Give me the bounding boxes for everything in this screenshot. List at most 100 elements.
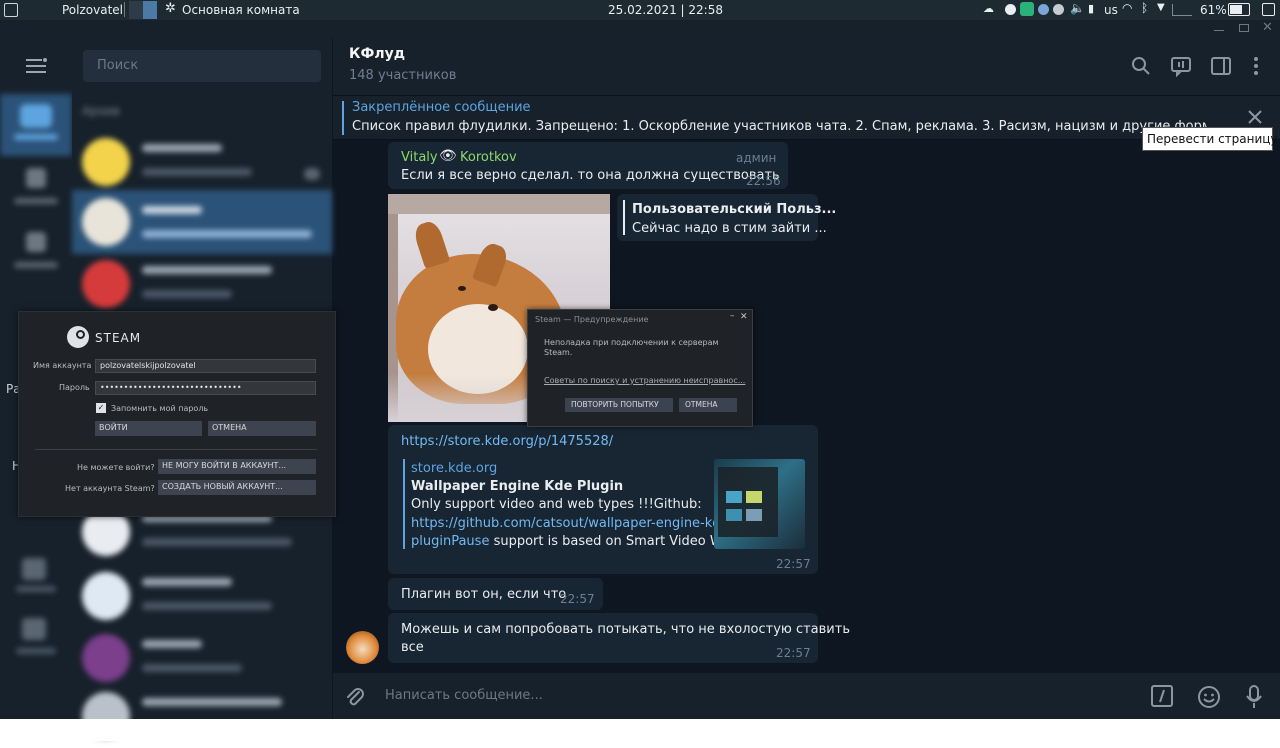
bottom-strip — [0, 719, 1280, 741]
app-menu-icon[interactable] — [4, 3, 18, 17]
tray-misc-icon[interactable] — [1053, 4, 1064, 15]
account-label: Имя аккаунта — [33, 361, 92, 370]
chat-row[interactable] — [72, 564, 332, 628]
tray-expand-icon[interactable]: ▼ — [1157, 2, 1165, 13]
message-time: 22:56 — [746, 174, 781, 188]
message-text-line2: все — [401, 640, 424, 655]
warning-title: Steam — Предупреждение — [535, 315, 649, 324]
pinned-text: Список правил флудилки. Запрещено: 1. Ос… — [352, 119, 1207, 134]
preview-github-link-tail[interactable]: pluginPause — [411, 534, 489, 549]
chat-row[interactable] — [72, 130, 332, 194]
no-account-label: Нет аккаунта Steam? — [65, 484, 155, 493]
dog-ear — [411, 219, 451, 269]
volume-icon[interactable]: 🔈 — [1070, 1, 1085, 15]
voice-chat-icon[interactable] — [1170, 55, 1192, 77]
message-link[interactable]: https://store.kde.org/p/1475528/ — [401, 434, 613, 449]
warning-close-icon[interactable]: ✕ — [740, 312, 748, 322]
preview-site: store.kde.org — [411, 461, 498, 476]
more-menu-icon[interactable] — [1246, 55, 1268, 77]
tray-app-icon[interactable] — [1005, 4, 1016, 15]
chat-member-count: 148 участников — [349, 68, 457, 83]
author-last-name[interactable]: Korotkov — [460, 150, 517, 165]
cancel-button[interactable]: ОТМЕНА — [208, 421, 316, 436]
bot-commands-icon[interactable] — [1151, 685, 1173, 707]
kde-icon: ✲ — [165, 1, 176, 16]
microphone-icon[interactable] — [1244, 684, 1264, 710]
search-placeholder: Поиск — [97, 58, 139, 73]
maximize-icon[interactable] — [1239, 24, 1249, 32]
battery-icon[interactable] — [1228, 3, 1250, 16]
active-window-title: Основная комната — [182, 3, 300, 17]
close-icon[interactable] — [1246, 108, 1264, 126]
message-input[interactable]: Написать сообщение... — [385, 688, 543, 703]
warning-text-2: Steam. — [544, 348, 573, 357]
search-icon[interactable] — [1130, 55, 1152, 77]
preview-github-link[interactable]: https://github.com/catsout/wallpaper-eng… — [411, 516, 733, 531]
chat-title[interactable]: КФлуд — [349, 46, 405, 62]
reply-author[interactable]: Пользовательский Польз... — [632, 202, 836, 217]
preview-desc: Only support video and web types !!!Gith… — [411, 497, 702, 512]
admin-badge: админ — [736, 151, 777, 165]
warning-text: Неполадка при подключении к серверам — [544, 338, 719, 347]
tray-cloud-icon[interactable]: ☁ — [983, 2, 994, 15]
remember-checkbox[interactable]: ✓ — [96, 403, 106, 413]
desktop-pager[interactable] — [129, 1, 157, 19]
panel-divider — [124, 2, 125, 17]
retry-button[interactable]: ПОВТОРИТЬ ПОПЫТКУ — [565, 398, 673, 412]
attach-icon[interactable] — [344, 686, 366, 708]
warning-minimize-icon[interactable]: – — [730, 311, 735, 321]
account-input[interactable]: polzovatelskijpolzovatel — [95, 359, 316, 373]
chat-row-active[interactable] — [72, 190, 332, 254]
sidebar-toggle-icon[interactable] — [1210, 55, 1232, 77]
message-bubble[interactable] — [388, 613, 818, 663]
steam-warning-dialog: Steam — Предупреждение – ✕ Неполадка при… — [527, 309, 753, 427]
keyboard-layout[interactable]: us — [1104, 3, 1118, 17]
troubleshoot-link[interactable]: Советы по поиску и устранению неисправно… — [544, 376, 745, 385]
chat-row[interactable] — [72, 626, 332, 690]
window-titlebar: ✕ — [0, 20, 1280, 38]
bluetooth-icon[interactable]: ᛒ — [1141, 1, 1148, 15]
emoji-icon[interactable] — [1197, 685, 1221, 709]
password-input[interactable]: •••••••••••••••••••••••••••••• — [95, 381, 316, 395]
steam-logo-text: STEAM — [95, 331, 142, 345]
pinned-accent-line — [342, 101, 344, 135]
cpu-graph-icon — [1172, 4, 1192, 16]
steam-logo-icon — [67, 326, 89, 348]
archive-label: Архив — [82, 104, 120, 118]
create-account-button[interactable]: СОЗДАТЬ НОВЫЙ АККАУНТ... — [158, 480, 316, 495]
sender-avatar[interactable] — [346, 631, 379, 664]
divider — [35, 449, 317, 450]
system-panel: Polzovatel ✲ Основная комната 25.02.2021… — [0, 0, 1280, 20]
username: Polzovatel — [62, 3, 124, 17]
login-button[interactable]: ВОЙТИ — [95, 421, 202, 436]
search-input[interactable]: Поиск — [83, 50, 321, 82]
message-text: Если я все верно сделал. то она должна с… — [401, 168, 780, 183]
window-close-icon[interactable]: ✕ — [1262, 20, 1273, 35]
remember-label: Запомнить мой пароль — [111, 404, 209, 413]
preview-desc-tail: support is based on Smart Video W... — [489, 534, 734, 549]
tray-steam-icon[interactable] — [1038, 4, 1049, 15]
clipboard-icon[interactable]: ▮ — [1088, 2, 1094, 15]
pinned-title: Закреплённое сообщение — [352, 100, 531, 115]
battery-percent: 61% — [1200, 3, 1227, 17]
warning-cancel-button[interactable]: ОТМЕНА — [679, 398, 737, 412]
steam-login-dialog: STEAM Имя аккаунта polzovatelskijpolzova… — [18, 311, 336, 517]
reply-text: Сейчас надо в стим зайти ... — [632, 221, 827, 236]
chat-row[interactable] — [72, 252, 332, 316]
message-time: 22:57 — [776, 646, 811, 660]
author-eye-emoji: 👁 — [439, 148, 457, 164]
cant-login-button[interactable]: НЕ МОГУ ВОЙТИ В АККАУНТ... — [158, 459, 316, 474]
tray-sync-icon[interactable] — [1020, 2, 1034, 16]
message-text: Можешь и сам попробовать потыкать, что н… — [401, 622, 850, 637]
main-menu-icon[interactable] — [26, 58, 48, 74]
translate-tooltip: Перевести страницу — [1142, 127, 1278, 151]
clock[interactable]: 25.02.2021 | 22:58 — [608, 3, 723, 17]
preview-thumbnail[interactable] — [714, 459, 805, 549]
wifi-icon[interactable]: ◠ — [1122, 1, 1132, 15]
reply-accent-line — [623, 200, 625, 235]
author-first-name[interactable]: Vitaly — [401, 150, 438, 165]
folder-icon — [20, 104, 52, 128]
show-desktop-icon[interactable] — [1262, 3, 1275, 16]
minimize-icon[interactable] — [1214, 30, 1224, 31]
cant-login-label: Не можете войти? — [77, 463, 155, 472]
